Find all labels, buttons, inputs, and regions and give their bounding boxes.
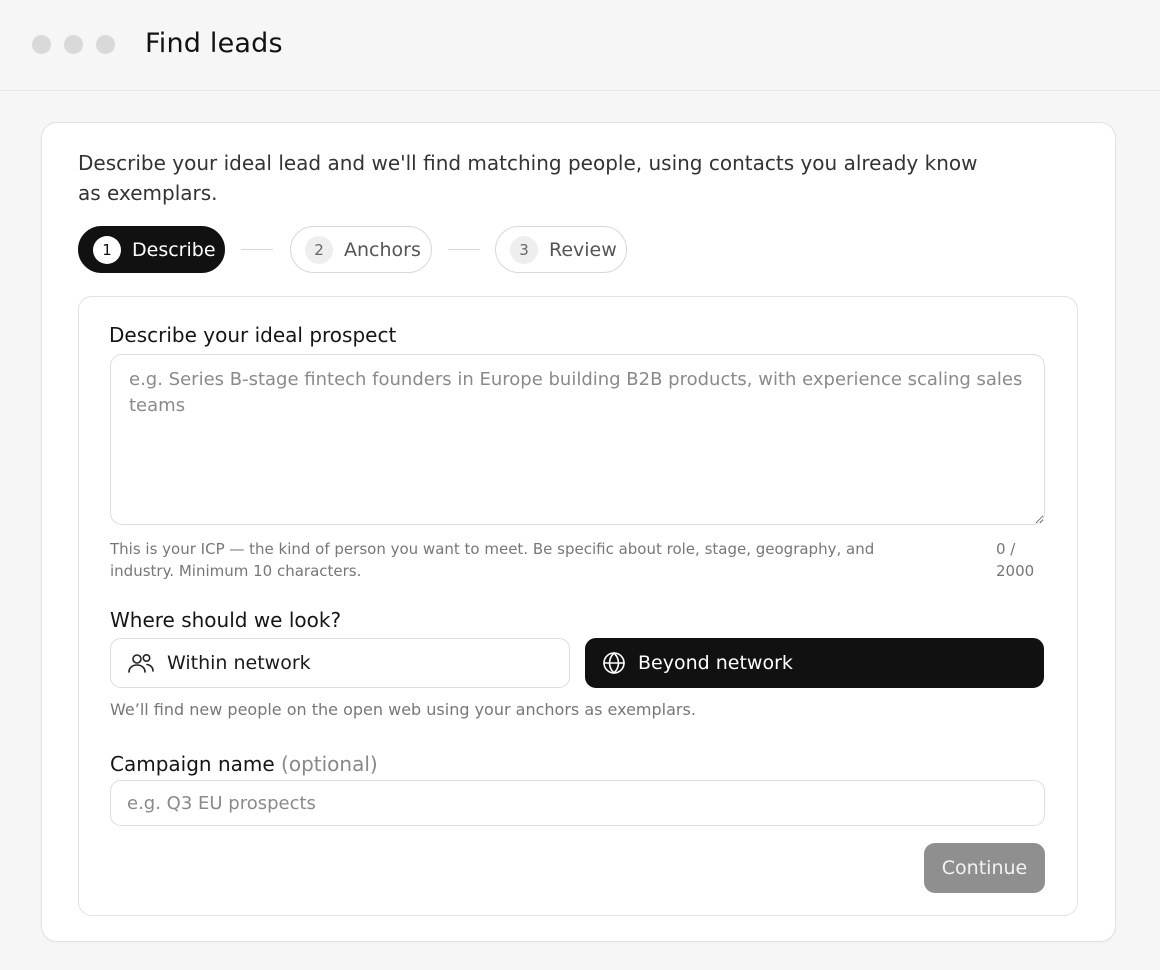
window-close-dot[interactable] <box>32 35 51 54</box>
prospect-label: Describe your ideal prospect <box>109 323 397 347</box>
prospect-textarea[interactable] <box>110 354 1045 525</box>
step-describe[interactable]: 1 Describe <box>78 226 225 273</box>
step-label: Describe <box>132 238 216 261</box>
within-network-label: Within network <box>167 652 311 674</box>
beyond-network-label: Beyond network <box>638 652 793 674</box>
step-label: Review <box>549 238 617 261</box>
find-leads-card: Describe your ideal lead and we'll find … <box>41 122 1116 942</box>
prospect-helper-text: This is your ICP — the kind of person yo… <box>110 540 875 580</box>
campaign-label: Campaign name (optional) <box>110 752 378 776</box>
globe-icon <box>603 651 625 675</box>
step-connector <box>241 249 273 250</box>
people-icon <box>128 653 154 673</box>
search-scope-helper-text: We’ll find new people on the open web us… <box>110 700 696 719</box>
step-label: Anchors <box>344 238 421 261</box>
search-scope-label: Where should we look? <box>110 608 342 632</box>
within-network-option[interactable]: Within network <box>110 638 570 688</box>
campaign-name-input[interactable] <box>110 780 1045 826</box>
campaign-label-text: Campaign name <box>110 752 275 776</box>
step-number: 1 <box>93 235 121 264</box>
character-counter: 0 / 2000 <box>996 540 1035 580</box>
continue-button[interactable]: Continue <box>924 843 1045 893</box>
window-minimize-dot[interactable] <box>64 35 83 54</box>
describe-form: Describe your ideal prospect This is you… <box>78 296 1078 916</box>
window-maximize-dot[interactable] <box>96 35 115 54</box>
optional-tag: (optional) <box>281 752 378 776</box>
step-connector <box>448 249 480 250</box>
stepper: 1 Describe 2 Anchors 3 Review <box>78 226 678 273</box>
step-number: 3 <box>510 235 538 264</box>
step-number: 2 <box>305 235 333 264</box>
beyond-network-option[interactable]: Beyond network <box>585 638 1044 688</box>
title-bar: Find leads <box>0 0 1160 91</box>
step-anchors[interactable]: 2 Anchors <box>290 226 432 273</box>
step-review[interactable]: 3 Review <box>495 226 627 273</box>
intro-text: Describe your ideal lead and we'll find … <box>78 151 978 205</box>
window-title: Find leads <box>145 28 283 59</box>
